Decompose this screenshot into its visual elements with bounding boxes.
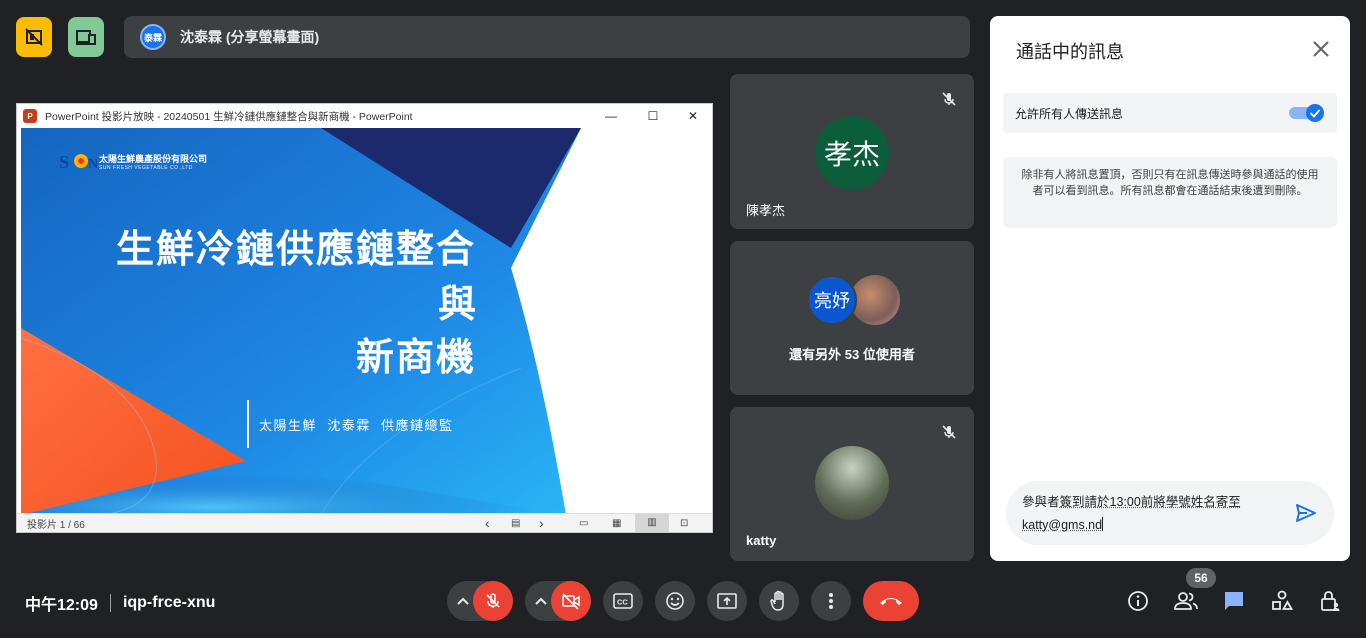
panel-title: 通話中的訊息 bbox=[1016, 42, 1124, 62]
camera-control-group bbox=[525, 581, 591, 621]
slide-background bbox=[21, 128, 710, 515]
mic-off-icon bbox=[938, 421, 960, 443]
slide-counter: 投影片 1 / 66 bbox=[27, 519, 85, 531]
prev-slide-button[interactable]: ‹ bbox=[485, 515, 490, 531]
ppt-statusbar: 投影片 1 / 66 ‹ ▤ › ▭ ▦ ▥ ⊡ bbox=[17, 513, 712, 532]
close-icon[interactable] bbox=[1310, 38, 1332, 60]
subtitle-divider bbox=[247, 400, 249, 448]
avatar: 亮妤 bbox=[807, 275, 857, 325]
slide-title-line-1: 生鮮冷鏈供應鏈整合 bbox=[115, 229, 476, 271]
camera-off-icon bbox=[562, 593, 580, 610]
emoji-icon bbox=[666, 592, 684, 610]
leave-call-button[interactable] bbox=[863, 581, 919, 621]
allow-messages-label: 允許所有人傳送訊息 bbox=[1015, 106, 1124, 121]
powerpoint-icon: P bbox=[23, 109, 37, 123]
reactions-button[interactable] bbox=[655, 581, 695, 621]
info-icon bbox=[1128, 591, 1148, 611]
mic-control-group bbox=[447, 581, 513, 621]
compose-text-part: katty@gms.nd bbox=[1022, 518, 1103, 532]
device-button[interactable] bbox=[68, 17, 104, 57]
compose-text-part: 參與者 bbox=[1022, 495, 1060, 509]
meeting-code: iqp-frce-xnu bbox=[122, 594, 216, 611]
mic-toggle-button[interactable] bbox=[473, 581, 513, 621]
others-count-text: 還有另外 53 位使用者 bbox=[789, 347, 915, 362]
reading-view-icon[interactable]: ▥ bbox=[635, 514, 669, 532]
compose-text-part: 簽到請於 bbox=[1059, 495, 1110, 509]
svg-text:CC: CC bbox=[617, 598, 628, 607]
allow-messages-row: 允許所有人傳送訊息 bbox=[1003, 93, 1337, 133]
compose-text-part: 13:00前將學號姓名寄至 bbox=[1109, 495, 1241, 509]
svg-text:N: N bbox=[88, 157, 97, 172]
send-icon[interactable] bbox=[1294, 501, 1318, 525]
company-name-en: SUN FRESH VEGETABLE CO.,LTD bbox=[99, 164, 193, 171]
allow-messages-toggle[interactable] bbox=[1289, 103, 1325, 123]
participant-tile-1[interactable]: 孝杰 陳孝杰 bbox=[730, 74, 974, 229]
devices-icon bbox=[76, 30, 96, 45]
clock: 中午12:09 bbox=[25, 597, 98, 614]
chat-info-note: 除非有人將訊息置頂，否則只有在訊息傳送時參與通話的使用者可以看到訊息。所有訊息都… bbox=[1003, 157, 1337, 228]
participant-name: katty bbox=[746, 533, 777, 548]
slide: SN 太陽生鮮農產股份有限公司 SUN FRESH VEGETABLE CO.,… bbox=[21, 128, 710, 515]
presenter-label: 沈泰霖 (分享螢幕畫面) bbox=[180, 29, 320, 45]
presentation-window: P PowerPoint 投影片放映 - 20240501 生鮮冷鏈供應鏈整合與… bbox=[16, 103, 713, 533]
more-vert-icon bbox=[829, 593, 833, 609]
layout-off-icon bbox=[25, 28, 43, 46]
ppt-titlebar: P PowerPoint 投影片放映 - 20240501 生鮮冷鏈供應鏈整合與… bbox=[17, 104, 712, 128]
company-name-cn: 太陽生鮮農產股份有限公司 bbox=[99, 153, 208, 164]
slide-subtitle: 太陽生鮮 沈泰霖 供應鏈總監 bbox=[259, 418, 454, 433]
activities-button[interactable] bbox=[1270, 589, 1294, 613]
slide-title-line-2: 與 bbox=[437, 284, 476, 326]
slide-title-line-3: 新商機 bbox=[355, 337, 476, 379]
meeting-info: 中午12:09 iqp-frce-xnu bbox=[25, 591, 215, 615]
more-options-button[interactable] bbox=[811, 581, 851, 621]
slideshow-icon[interactable]: ⊡ bbox=[680, 518, 688, 529]
chat-button[interactable] bbox=[1222, 589, 1246, 613]
mic-off-icon bbox=[486, 593, 500, 608]
host-controls-button[interactable] bbox=[1318, 589, 1342, 613]
company-logo: SN 太陽生鮮農產股份有限公司 SUN FRESH VEGETABLE CO.,… bbox=[59, 150, 207, 172]
present-layout-button[interactable] bbox=[16, 17, 52, 57]
closed-captions-icon: CC bbox=[613, 593, 633, 609]
shapes-icon bbox=[1272, 590, 1293, 610]
people-icon bbox=[1174, 592, 1198, 610]
participant-tile-3[interactable]: katty bbox=[730, 407, 974, 561]
presenter-avatar: 泰霖 bbox=[140, 24, 166, 50]
ppt-window-title: PowerPoint 投影片放映 - 20240501 生鮮冷鏈供應鏈整合與新商… bbox=[45, 110, 413, 123]
next-slide-button[interactable]: › bbox=[539, 515, 544, 531]
chat-icon bbox=[1225, 592, 1243, 610]
captions-button[interactable]: CC bbox=[603, 581, 643, 621]
raise-hand-button[interactable] bbox=[759, 581, 799, 621]
chat-panel: 通話中的訊息 允許所有人傳送訊息 除非有人將訊息置頂，否則只有在訊息傳送時參與通… bbox=[990, 16, 1350, 561]
present-icon bbox=[717, 593, 737, 609]
present-screen-button[interactable] bbox=[707, 581, 747, 621]
slide-list-icon[interactable]: ▤ bbox=[511, 518, 520, 529]
avatar-photo bbox=[850, 275, 900, 325]
camera-toggle-button[interactable] bbox=[551, 581, 591, 621]
presenter-bar: 泰霖 沈泰霖 (分享螢幕畫面) bbox=[124, 16, 970, 58]
minimize-button[interactable]: — bbox=[592, 104, 630, 128]
sun-logo-icon: SN bbox=[59, 152, 97, 172]
text-caret bbox=[1102, 517, 1104, 531]
maximize-button[interactable]: ☐ bbox=[634, 104, 672, 128]
svg-text:S: S bbox=[59, 152, 69, 172]
divider bbox=[109, 594, 111, 612]
hand-icon bbox=[770, 590, 784, 611]
participant-tile-2[interactable]: 亮妤 還有另外 53 位使用者 bbox=[730, 241, 974, 395]
avatar: 孝杰 bbox=[815, 116, 889, 190]
participant-count-badge: 56 bbox=[1186, 568, 1216, 588]
call-end-icon bbox=[880, 598, 902, 605]
lock-person-icon bbox=[1321, 591, 1340, 611]
people-button[interactable] bbox=[1174, 589, 1198, 613]
slide-sorter-icon[interactable]: ▦ bbox=[612, 518, 621, 529]
message-input[interactable]: 參與者簽到請於13:00前將學號姓名寄至 katty@gms.nd bbox=[1006, 481, 1334, 545]
mic-off-icon bbox=[938, 88, 960, 110]
participant-name: 陳孝杰 bbox=[746, 203, 786, 218]
avatar-photo bbox=[815, 446, 889, 520]
normal-view-icon[interactable]: ▭ bbox=[579, 518, 588, 529]
meeting-details-button[interactable] bbox=[1126, 589, 1150, 613]
close-window-button[interactable]: ✕ bbox=[674, 104, 712, 128]
